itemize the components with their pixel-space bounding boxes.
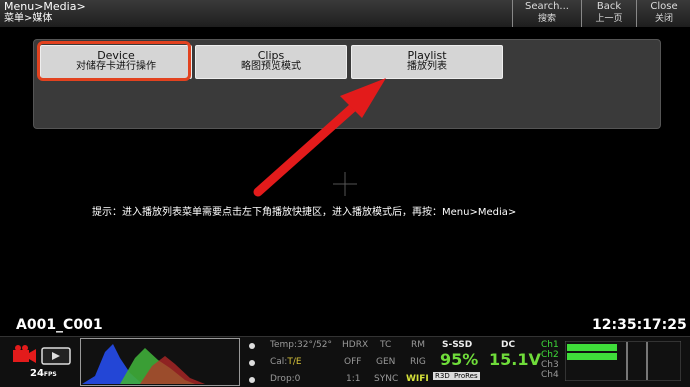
fps-readout: 24FPS (30, 368, 57, 379)
fps-value: 24 (30, 368, 44, 379)
wifi-label: WIFI (406, 374, 429, 384)
format-prores: ProRes (452, 372, 480, 380)
sync-label: SYNC (374, 374, 399, 384)
channel-1-label: Ch1 (541, 340, 559, 350)
aspect-ratio: 1:1 (346, 374, 361, 384)
histogram (80, 338, 240, 386)
hdrx-value: OFF (344, 357, 362, 367)
drop-readout: Drop:0 (270, 374, 301, 384)
clip-name: A001_C001 (16, 317, 103, 333)
media-value: 95% (440, 350, 479, 369)
channel-4-label: Ch4 (541, 370, 559, 380)
record-camera-icon[interactable] (12, 344, 74, 366)
fps-unit: FPS (43, 371, 57, 378)
rig-label: RIG (410, 357, 426, 367)
power-label: DC (501, 340, 516, 350)
hdrx-label: HDRX (342, 340, 369, 350)
hint-text: 提示：进入播放列表菜单需要点击左下角播放快捷区，进入播放模式后，再按：Menu>… (92, 207, 517, 218)
cal-readout: Cal:T/E (270, 357, 302, 367)
temp-readout: Temp:32°/52° (270, 340, 332, 350)
power-value: 15.1V (489, 350, 541, 369)
gen-label: GEN (376, 357, 396, 367)
format-r3d: R3D (433, 372, 452, 380)
tc-label: TC (380, 340, 392, 350)
audio-meters (565, 341, 681, 381)
rm-label: RM (411, 340, 426, 350)
channel-3-label: Ch3 (541, 360, 559, 370)
annotation-arrow (253, 78, 386, 197)
cal-label: Cal: (270, 357, 288, 367)
channel-2-label: Ch2 (541, 350, 559, 360)
timecode: 12:35:17:25 (592, 317, 687, 333)
media-label: S-SSD (442, 340, 473, 350)
cal-value: T/E (287, 357, 302, 367)
status-dots (249, 343, 255, 383)
